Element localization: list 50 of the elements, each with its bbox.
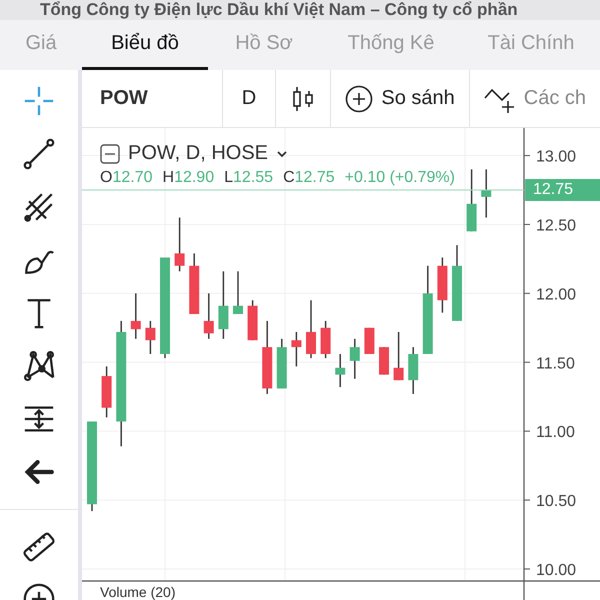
- price-label: 13.00: [536, 148, 576, 166]
- compare-button[interactable]: So sánh: [331, 70, 470, 127]
- ruler-icon[interactable]: [22, 530, 56, 564]
- candle: [379, 347, 389, 375]
- price-label: 10.50: [536, 493, 576, 510]
- chevron-down-icon[interactable]: [276, 150, 288, 158]
- symbol-button[interactable]: POW: [82, 70, 223, 127]
- candle: [335, 354, 346, 388]
- ohlc-value: O12.70: [100, 169, 152, 187]
- candles-icon: [291, 86, 316, 112]
- company-title: Tổng Công ty Điện lực Dầu khí Việt Nam – Công ty cổ phần: [39, 0, 519, 20]
- candle: [189, 253, 200, 314]
- pattern-icon[interactable]: [22, 349, 56, 383]
- candle: [350, 338, 360, 379]
- ohlc-value: L12.55: [224, 169, 274, 187]
- collapse-icon[interactable]: [100, 144, 120, 164]
- ohlc-value: C12.75: [283, 169, 335, 187]
- candle: [437, 258, 448, 313]
- candle: [248, 300, 258, 340]
- plus-circle-icon: [345, 84, 374, 112]
- candle: [102, 366, 112, 418]
- price-change: +0.10 (+0.79%): [344, 169, 455, 187]
- price-label: 12.50: [536, 217, 576, 234]
- volume-label: Volume (20): [100, 584, 176, 600]
- candle: [364, 328, 374, 354]
- line-icon[interactable]: [22, 137, 56, 171]
- interval-button[interactable]: D: [222, 70, 276, 127]
- candle: [233, 271, 243, 314]
- candle: [306, 300, 316, 358]
- candle: [481, 169, 492, 218]
- price-label: 11.50: [536, 355, 575, 372]
- candle: [204, 293, 214, 339]
- last-price-tag: 12.75: [525, 179, 600, 201]
- candle: [394, 332, 404, 380]
- ohlc-value: H12.90: [162, 169, 214, 187]
- candle: [466, 169, 477, 232]
- price-label: 12.00: [536, 286, 576, 304]
- candle: [145, 320, 156, 354]
- candle: [291, 332, 302, 366]
- price-label: 10.00: [536, 562, 576, 579]
- candle: [218, 271, 228, 339]
- candle: [320, 320, 331, 358]
- price-label: 11.00: [536, 424, 575, 442]
- indicators-button[interactable]: Các ch: [470, 70, 600, 127]
- candle: [408, 347, 418, 394]
- candle: [174, 218, 185, 272]
- crosshair-icon[interactable]: [22, 84, 56, 118]
- series-title[interactable]: POW, D, HOSE: [128, 142, 268, 165]
- candle: [276, 338, 287, 388]
- candle: [130, 293, 141, 339]
